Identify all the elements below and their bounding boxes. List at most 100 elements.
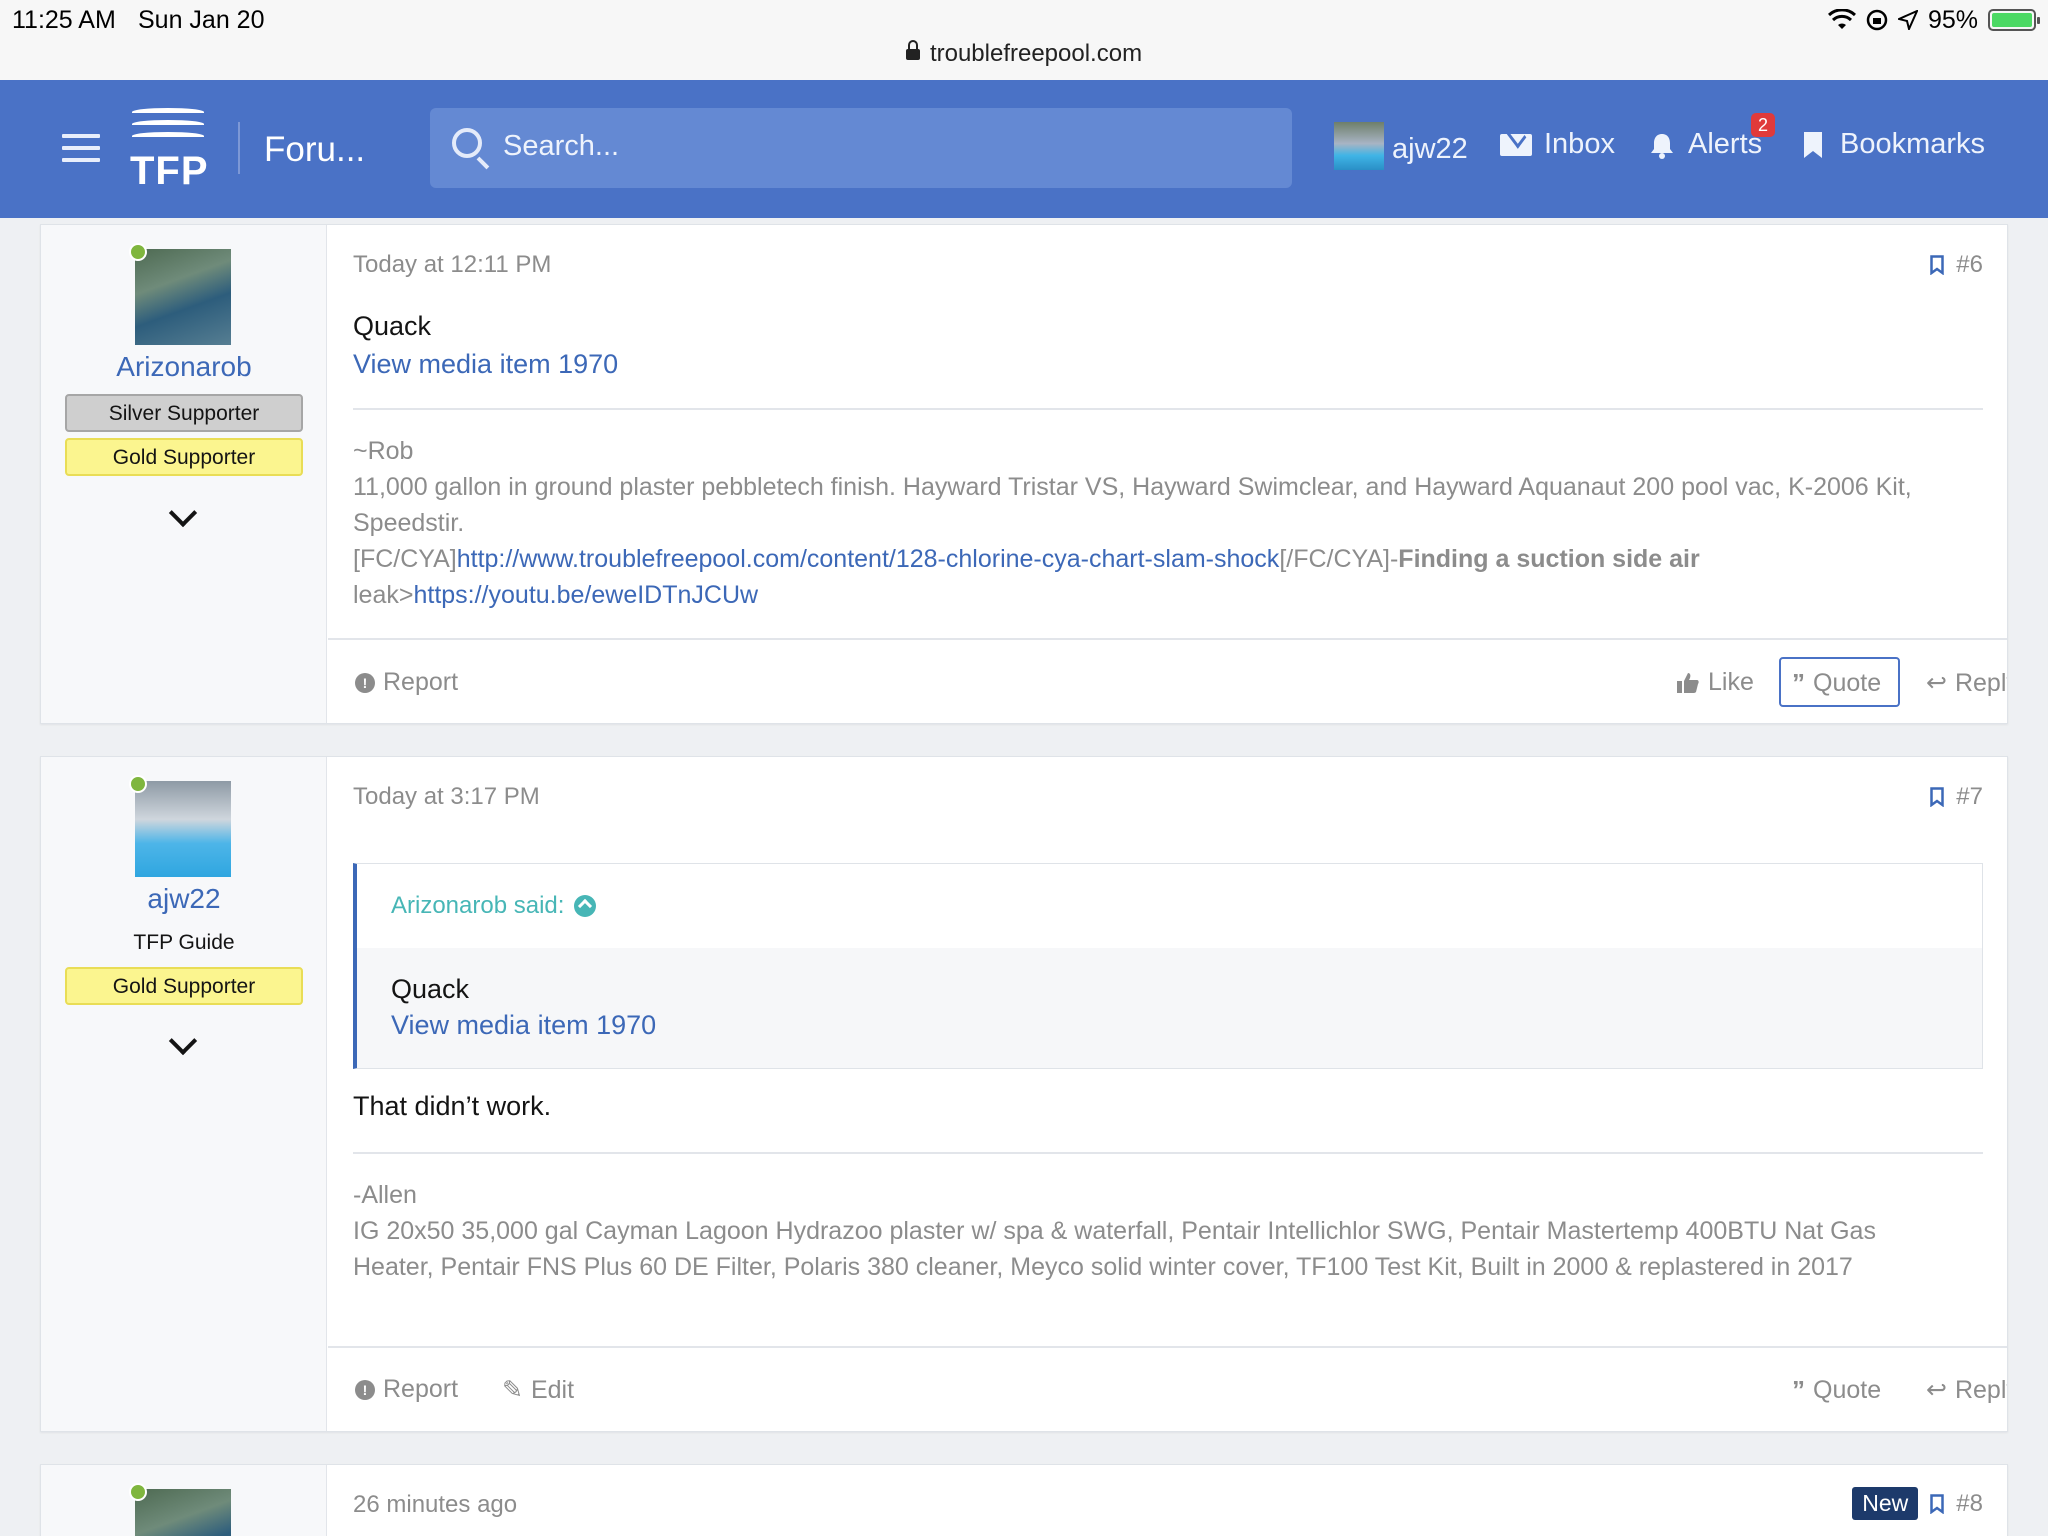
- media-link[interactable]: View media item 1970: [391, 1010, 656, 1041]
- post-content: Today at 3:17 PM #7 Arizonarob said: Qua…: [328, 757, 2007, 1431]
- tfp-logo[interactable]: TFP: [130, 102, 210, 194]
- bookmark-icon[interactable]: [1930, 787, 1945, 807]
- quote-button[interactable]: ” Quote: [1792, 1375, 1881, 1406]
- lock-icon: [905, 40, 920, 60]
- silver-supporter-banner: Silver Supporter: [65, 394, 303, 432]
- post-author[interactable]: ajw22: [41, 883, 327, 915]
- status-bar: 11:25 AM Sun Jan 20 troublefreepool.com …: [0, 0, 2048, 80]
- post-8: 26 minutes ago New #8: [40, 1464, 2008, 1536]
- post-author[interactable]: Arizonarob: [41, 351, 327, 383]
- signature-name: -Allen: [353, 1181, 417, 1209]
- reply-icon: ↩: [1926, 1376, 1947, 1404]
- post-body-text: Quack: [353, 311, 432, 341]
- post-number[interactable]: #7: [1930, 783, 1983, 811]
- search-placeholder: Search...: [503, 130, 620, 162]
- post-date[interactable]: Today at 12:11 PM: [353, 251, 551, 279]
- avatar[interactable]: [135, 1489, 231, 1536]
- signature-text: IG 20x50 35,000 gal Cayman Lagoon Hydraz…: [353, 1217, 1876, 1281]
- post-user-panel: ajw22 TFP Guide Gold Supporter: [41, 757, 327, 1431]
- post-footer-divider: [328, 1346, 2007, 1348]
- gold-supporter-banner: Gold Supporter: [65, 438, 303, 476]
- arrow-up-circle-icon[interactable]: [574, 895, 597, 917]
- battery-percent: 95%: [1927, 5, 1978, 34]
- address-bar[interactable]: troublefreepool.com: [0, 40, 2048, 68]
- report-button[interactable]: ! Report: [355, 1375, 458, 1404]
- signature-text: 11,000 gallon in ground plaster pebblete…: [353, 473, 1912, 537]
- blockquote-header: Arizonarob said:: [357, 864, 1982, 948]
- post-number[interactable]: #6: [1930, 251, 1983, 279]
- post-number-label: #8: [1956, 1489, 1983, 1517]
- url-text: troublefreepool.com: [929, 40, 1143, 67]
- menu-icon[interactable]: [62, 134, 100, 162]
- alerts-link[interactable]: Alerts: [1648, 128, 1762, 161]
- signature: ~Rob 11,000 gallon in ground plaster peb…: [353, 433, 1947, 613]
- post-body-text: That didn’t work.: [353, 1091, 552, 1121]
- bookmark-icon[interactable]: [1930, 1493, 1945, 1514]
- online-indicator: [129, 775, 147, 793]
- post-content: Today at 12:11 PM #6 Quack View media it…: [328, 225, 2007, 723]
- post-user-panel: [41, 1465, 327, 1536]
- post-number-label: #7: [1956, 783, 1983, 810]
- thumbs-up-icon: [1677, 672, 1699, 693]
- header-divider: [238, 122, 240, 174]
- post-number-label: #6: [1956, 251, 1983, 278]
- signature: -Allen IG 20x50 35,000 gal Cayman Lagoon…: [353, 1177, 1947, 1285]
- quote-icon: ”: [1792, 668, 1805, 698]
- media-link[interactable]: View media item 1970: [353, 349, 618, 380]
- edit-button[interactable]: ✎ Edit: [502, 1375, 574, 1405]
- post-7: ajw22 TFP Guide Gold Supporter Today at …: [40, 756, 2008, 1432]
- post-user-panel: Arizonarob Silver Supporter Gold Support…: [41, 225, 327, 723]
- avatar[interactable]: [135, 249, 231, 345]
- reply-icon: ↩: [1926, 669, 1947, 697]
- like-button[interactable]: Like: [1676, 668, 1754, 697]
- bell-icon: [1651, 133, 1673, 159]
- new-badge: New: [1852, 1487, 1919, 1520]
- post-number[interactable]: New #8: [1852, 1487, 1983, 1520]
- reply-button[interactable]: ↩Reply: [1926, 668, 2007, 698]
- signature-divider: [353, 1152, 1983, 1154]
- youtube-link[interactable]: https://youtu.be/eweIDTnJCUw: [413, 581, 758, 609]
- report-button[interactable]: ! Report: [355, 668, 458, 697]
- signature-leak: leak>https://youtu.be/eweIDTnJCUw: [353, 581, 759, 609]
- mail-icon: [1500, 133, 1532, 156]
- reply-button[interactable]: ↩Reply: [1926, 1375, 2007, 1405]
- quote-author-link[interactable]: Arizonarob said:: [391, 892, 597, 920]
- quote-button[interactable]: ” Quote: [1792, 668, 1881, 699]
- battery-icon: [1988, 9, 2040, 31]
- signature-links: [FC/CYA]http://www.troublefreepool.com/c…: [353, 545, 1700, 573]
- bookmarks-label: Bookmarks: [1840, 128, 1986, 160]
- avatar[interactable]: [135, 781, 231, 877]
- status-indicators: 95%: [1827, 4, 2040, 36]
- bookmark-icon[interactable]: [1930, 255, 1945, 275]
- post-6: Arizonarob Silver Supporter Gold Support…: [40, 224, 2008, 724]
- inbox-link[interactable]: Inbox: [1500, 128, 1615, 161]
- logo-text: TFP: [130, 149, 209, 193]
- pencil-icon: ✎: [502, 1376, 523, 1404]
- search-input[interactable]: Search...: [430, 108, 1292, 188]
- chevron-down-icon[interactable]: [168, 498, 198, 528]
- signature-name: ~Rob: [353, 437, 414, 465]
- bookmark-icon: [1804, 131, 1822, 158]
- inbox-label: Inbox: [1544, 128, 1615, 160]
- post-content: 26 minutes ago New #8: [328, 1465, 2007, 1536]
- user-menu[interactable]: ajw22: [1334, 122, 1468, 170]
- signature-divider: [353, 408, 1983, 410]
- post-date[interactable]: 26 minutes ago: [353, 1491, 517, 1519]
- bookmarks-link[interactable]: Bookmarks: [1802, 128, 1985, 161]
- avatar: [1334, 122, 1384, 170]
- location-icon: [1897, 10, 1918, 30]
- chevron-down-icon[interactable]: [168, 1026, 198, 1056]
- gold-supporter-banner: Gold Supporter: [65, 967, 303, 1005]
- header-username: ajw22: [1392, 132, 1468, 165]
- alert-icon: !: [355, 1379, 375, 1400]
- forum-title[interactable]: Foru...: [264, 130, 365, 170]
- wifi-icon: [1827, 9, 1856, 29]
- post-date[interactable]: Today at 3:17 PM: [353, 783, 540, 811]
- user-title: TFP Guide: [133, 931, 235, 954]
- alerts-count-badge: 2: [1751, 113, 1775, 137]
- signature-link[interactable]: http://www.troublefreepool.com/content/1…: [457, 545, 1280, 573]
- search-icon: [452, 128, 482, 158]
- post-footer-divider: [328, 638, 2007, 640]
- site-header: TFP Foru... Search... ajw22 Inbox Alerts…: [0, 80, 2048, 218]
- online-indicator: [129, 1483, 147, 1501]
